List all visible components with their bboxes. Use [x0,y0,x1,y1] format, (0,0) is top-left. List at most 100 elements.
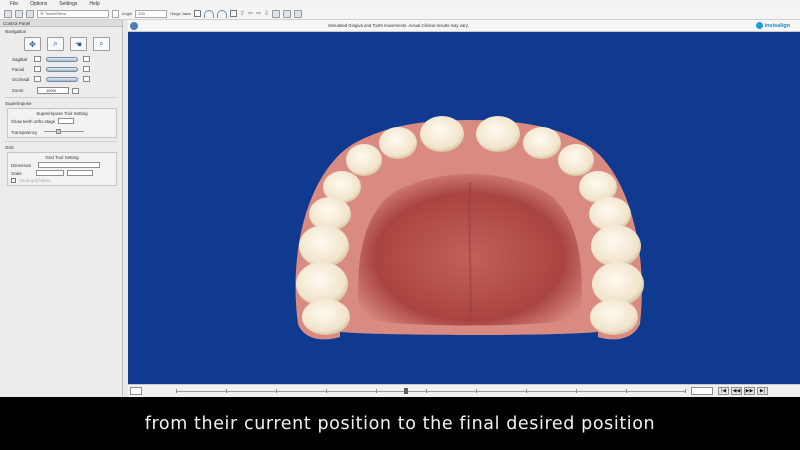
angle-label: Angle [122,11,133,16]
facial-left-button[interactable] [34,66,41,72]
facial-slider[interactable] [46,66,78,72]
timeline-tick [376,389,377,393]
sagittal-label: Sagittal [12,56,28,62]
grid-labels-label: Show grid labels [19,178,51,183]
first-stage-button[interactable]: |◀ [718,387,729,395]
tooth [476,116,520,152]
palate-midline [468,181,472,323]
magnifier-region-icon: ⌕ [99,39,104,48]
zoom-select[interactable]: 100% [37,87,69,94]
toolbar: Ⓝ Tooth/Ortho Angle 100 Hinge Jaws ⇧ ⇦ ⇨… [0,8,800,20]
save-icon[interactable] [15,9,23,18]
timeline-track[interactable] [176,388,686,394]
timeline-tick [476,389,477,393]
arrow-up-icon[interactable]: ⇧ [240,10,245,18]
facial-row: Facial [0,65,122,73]
transparency-row: Transparency [11,129,113,135]
dimension-select[interactable] [38,162,101,168]
superimpose-icon[interactable] [283,9,292,18]
angle-select[interactable]: 100 [135,9,168,18]
timeline-tick [226,389,227,393]
stage-input[interactable] [58,118,75,124]
arrow-right-icon[interactable]: ⇨ [256,10,261,18]
zoom-label: Zoom [12,88,24,93]
globe-icon[interactable] [130,22,138,30]
menu-settings[interactable]: Settings [59,1,77,7]
facial-label: Facial [12,66,25,72]
brand-name: invisalign [764,22,790,29]
hand-icon: ☚ [74,39,83,49]
grid-section-title: Grid [5,145,14,150]
grid-icon[interactable] [272,9,281,18]
view-select-dropdown-icon[interactable] [112,9,119,18]
timeline-thumb[interactable] [404,388,408,394]
arrow-down-icon[interactable]: ⇩ [264,10,269,18]
scale-unit-select[interactable] [67,170,93,176]
view-toggle-icon[interactable] [229,10,237,17]
viewport-header: Simulated Gingiva and Tooth movements. A… [128,20,800,32]
open-icon[interactable] [4,9,12,18]
menu-help[interactable]: Help [89,1,99,7]
menu-options[interactable]: Options [30,1,47,7]
upper-arch-icon[interactable] [203,9,214,18]
divider [5,141,117,142]
clincheck-app-window: File Options Settings Help Ⓝ Tooth/Ortho… [0,0,800,397]
scale-input[interactable] [36,170,64,176]
superimpose-section-title: Superimpose [5,101,32,106]
menu-file[interactable]: File [10,1,18,7]
brand-mark-icon [755,22,763,29]
tooth [346,144,382,176]
zoom-region-button[interactable]: ⌕ [93,37,110,51]
tooth [379,127,417,159]
transparency-slider[interactable] [44,129,85,134]
navigation-buttons: ✥ ⌕ ☚ ⌕ [0,34,122,51]
scale-row: Scale [11,170,113,176]
control-panel: Control Panel Navigation ✥ ⌕ ☚ ⌕ Sagitta… [0,20,123,397]
dimension-row: Dimension [11,162,113,168]
brand-logo: invisalign [755,22,790,29]
timeline-tick [626,389,627,393]
transparency-label: Transparency [11,130,38,135]
subtitle-bar: from their current position to the final… [0,397,800,450]
subtitle-caption: from their current position to the final… [144,413,656,434]
3d-viewport[interactable] [128,32,800,384]
final-stage-field[interactable] [691,387,713,395]
transparency-slider-thumb[interactable] [56,129,62,134]
hinge-jaws-checkbox[interactable] [193,10,201,17]
timeline-tick [526,389,527,393]
stage-row: Show teeth ortho stage [11,118,113,124]
play-button[interactable]: ▶▶ [744,387,755,395]
rotate-button[interactable]: ✥ [24,37,41,51]
lower-arch-icon[interactable] [216,9,227,18]
zoom-button[interactable]: ⌕ [47,37,64,51]
arrow-left-icon[interactable]: ⇦ [248,10,253,18]
tooth [299,225,349,267]
pan-button[interactable]: ☚ [70,37,87,51]
last-stage-button[interactable]: ▶| [757,387,768,395]
timeline-tick [326,389,327,393]
grid-settings-title: Grid Tool Setting [45,155,79,160]
occlusal-label: Occlusal [12,76,30,82]
grid-labels-row: Show grid labels [11,178,113,183]
stage-number-field[interactable] [130,387,142,395]
occlusal-slider[interactable] [46,76,78,82]
occlusal-right-button[interactable] [83,76,90,82]
filter-icon[interactable] [26,9,34,18]
occlusal-left-button[interactable] [34,76,41,82]
magnifier-icon: ⌕ [53,39,58,48]
tooth [523,127,561,159]
sagittal-left-button[interactable] [34,56,41,62]
facial-right-button[interactable] [83,66,90,72]
superimpose-settings-title: Superimpose Tool Setting [36,111,88,116]
timeline-tick [685,389,686,393]
rewind-button[interactable]: ◀◀ [731,387,742,395]
zoom-row: Zoom 100% [0,87,122,94]
view-select[interactable]: Ⓝ Tooth/Ortho [37,9,109,18]
rotate-icon: ✥ [29,39,36,49]
grid-labels-checkbox[interactable] [11,178,16,183]
zoom-fit-button[interactable] [72,87,79,94]
camera-icon[interactable] [294,9,303,18]
sagittal-right-button[interactable] [83,56,90,62]
superimpose-settings: Superimpose Tool Setting Show teeth orth… [7,108,117,138]
sagittal-slider[interactable] [46,56,78,62]
